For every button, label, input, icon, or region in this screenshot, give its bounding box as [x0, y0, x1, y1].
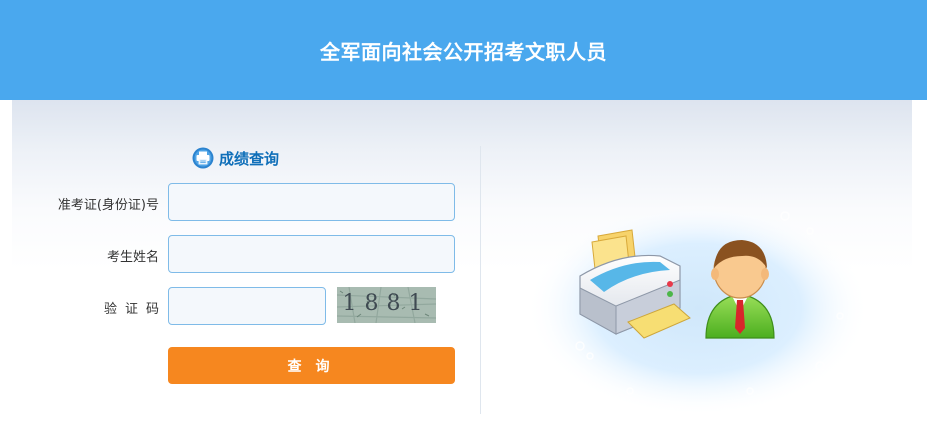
query-button[interactable]: 查询	[168, 347, 455, 384]
captcha-label: 验证码	[103, 302, 167, 317]
captcha-text: 1881	[342, 291, 431, 316]
printer-user-illustration	[526, 196, 870, 412]
page-title: 全军面向社会公开招考文职人员	[320, 40, 607, 64]
page-header: 全军面向社会公开招考文职人员	[0, 0, 927, 100]
printer-icon	[192, 147, 214, 169]
section-title: 成绩查询	[219, 149, 280, 168]
section-header: 成绩查询	[192, 146, 279, 170]
panel-divider	[480, 146, 481, 414]
name-input[interactable]	[168, 235, 455, 273]
exam-id-input[interactable]	[168, 183, 455, 221]
name-label: 考生姓名	[106, 250, 159, 265]
captcha-image[interactable]: 1881	[337, 287, 436, 323]
exam-id-label: 准考证(身份证)号	[57, 198, 159, 213]
captcha-input[interactable]	[168, 287, 326, 325]
